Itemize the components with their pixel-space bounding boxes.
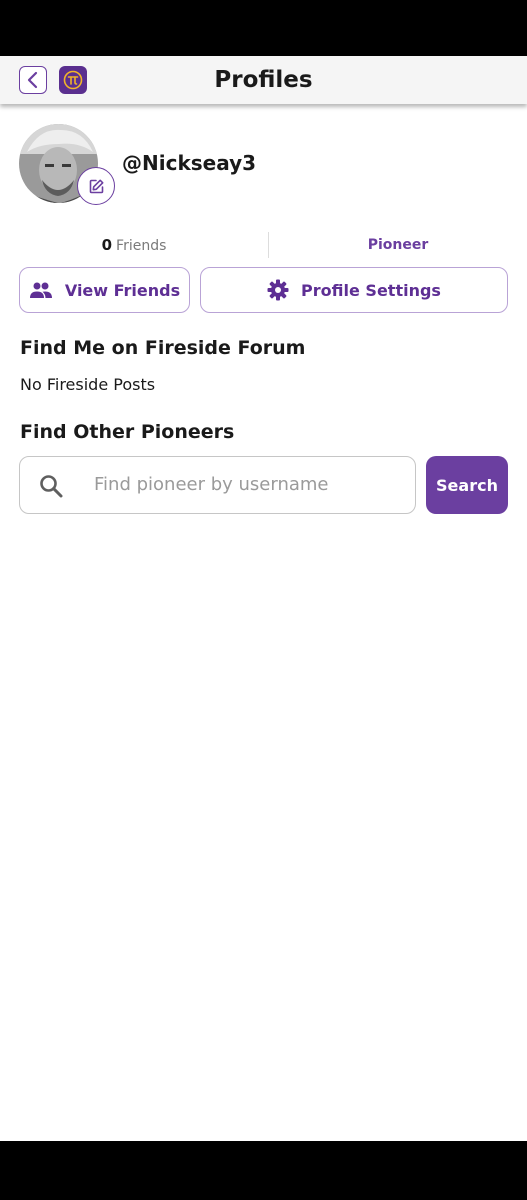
fireside-empty-text: No Fireside Posts	[20, 375, 156, 394]
pi-app-logo[interactable]	[59, 66, 87, 94]
pioneer-search-input[interactable]	[94, 457, 404, 512]
chevron-left-icon	[27, 71, 38, 89]
edit-icon	[89, 179, 103, 193]
profile-settings-button[interactable]: Profile Settings	[200, 267, 508, 313]
search-icon	[40, 475, 63, 498]
top-app-bar: Profiles	[0, 56, 527, 104]
edit-avatar-button[interactable]	[77, 167, 115, 205]
view-friends-label: View Friends	[64, 280, 181, 300]
fireside-forum-heading: Find Me on Fireside Forum	[20, 337, 306, 359]
friends-stat[interactable]: 0 Friends	[0, 232, 268, 259]
navigation-bar	[0, 1141, 527, 1200]
profile-settings-label: Profile Settings	[301, 280, 441, 300]
view-friends-button[interactable]: View Friends	[19, 267, 190, 313]
gear-icon	[267, 279, 289, 301]
back-button[interactable]	[19, 66, 47, 94]
friends-count: 0	[101, 236, 113, 254]
pi-logo-icon	[63, 70, 83, 90]
find-pioneers-heading: Find Other Pioneers	[20, 421, 235, 443]
profile-stats: 0 Friends Pioneer	[0, 232, 527, 258]
people-icon	[29, 282, 52, 298]
friends-label: Friends	[116, 238, 167, 254]
status-bar	[0, 0, 527, 56]
role-badge: Pioneer	[367, 237, 429, 253]
pioneer-search-box	[19, 456, 416, 514]
profile-username: @Nickseay3	[122, 151, 257, 175]
search-button[interactable]: Search	[426, 456, 508, 514]
